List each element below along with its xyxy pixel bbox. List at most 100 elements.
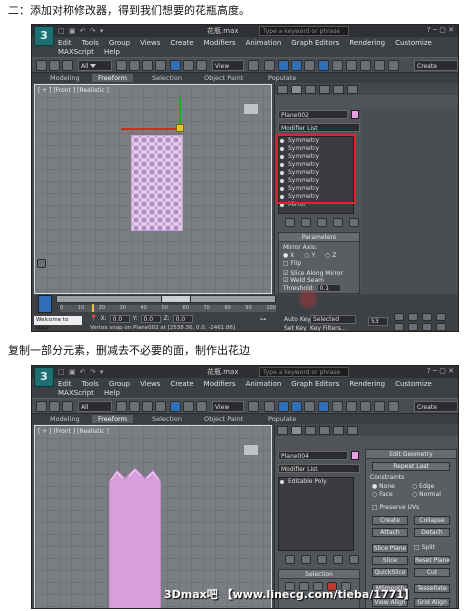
tab-freeform[interactable]: Freeform <box>92 74 133 82</box>
mirror-icon[interactable] <box>346 60 357 71</box>
rotate-icon[interactable] <box>183 60 194 71</box>
axis-y-radio[interactable]: ○ Y <box>304 252 315 259</box>
tab-modeling[interactable]: Modeling <box>50 74 80 82</box>
object-color-swatch[interactable] <box>351 451 359 460</box>
bind-spacewarp-icon[interactable] <box>62 401 73 412</box>
tab-selection[interactable]: Selection <box>152 74 182 82</box>
menu-modifiers[interactable]: Modifiers <box>204 380 236 388</box>
menu-customize[interactable]: Customize <box>395 39 432 47</box>
menu-tools[interactable]: Tools <box>82 39 99 47</box>
menu-group[interactable]: Group <box>109 380 130 388</box>
hierarchy-tab-icon[interactable] <box>305 426 316 435</box>
tab-object-paint[interactable]: Object Paint <box>204 415 243 423</box>
menu-views[interactable]: Views <box>140 39 160 47</box>
frame-field[interactable]: 53 <box>368 317 388 326</box>
move-icon[interactable] <box>170 60 181 71</box>
menu-group[interactable]: Group <box>109 39 130 47</box>
show-end-result-icon[interactable] <box>301 218 311 227</box>
pin-icon[interactable]: 📍 <box>90 315 97 323</box>
unlink-icon[interactable] <box>49 60 60 71</box>
menu-edit[interactable]: Edit <box>58 39 72 47</box>
search-input[interactable]: Type a keyword or phrase <box>259 367 349 377</box>
constraint-none-radio[interactable]: ● None <box>372 483 412 490</box>
menu-rendering[interactable]: Rendering <box>349 39 385 47</box>
pan-icon[interactable] <box>408 323 418 331</box>
gizmo-x-axis[interactable] <box>121 128 181 130</box>
viewcube-icon[interactable] <box>243 444 259 456</box>
zoom-all-icon[interactable] <box>408 313 418 321</box>
time-slider-thumb[interactable]: 53 / 100 <box>161 295 191 303</box>
vase-plane-edited[interactable] <box>109 464 161 609</box>
percent-snap-icon[interactable] <box>304 60 315 71</box>
search-input[interactable]: Type a keyword or phrase <box>259 26 349 36</box>
gizmo-center[interactable] <box>176 124 184 132</box>
pivot-icon[interactable] <box>248 401 259 412</box>
tessellate-button[interactable]: Tessellate <box>414 584 450 593</box>
setkey-button[interactable]: Set Key <box>284 325 307 331</box>
attach-button[interactable]: Attach <box>372 528 408 537</box>
snap-toggle-icon[interactable] <box>278 401 289 412</box>
key-icon[interactable]: ⊶ <box>260 316 266 323</box>
menu-modifiers[interactable]: Modifiers <box>204 39 236 47</box>
constraint-edge-radio[interactable]: ○ Edge <box>412 483 452 490</box>
reset-plane-button[interactable]: Reset Plane <box>414 556 450 565</box>
display-tab-icon[interactable] <box>333 85 344 94</box>
layer-icon[interactable] <box>374 60 385 71</box>
app-logo-icon[interactable]: 3 <box>34 26 54 46</box>
select-manipulate-icon[interactable] <box>264 401 275 412</box>
remove-modifier-icon[interactable] <box>333 218 343 227</box>
maximize-icon[interactable] <box>436 323 446 331</box>
menu-create[interactable]: Create <box>170 39 193 47</box>
window-crossing-icon[interactable] <box>155 60 166 71</box>
autokey-button[interactable]: Auto Key <box>284 316 311 323</box>
unlink-icon[interactable] <box>49 401 60 412</box>
welcome-label[interactable]: Welcome to MAX! <box>34 316 82 331</box>
menu-maxscript[interactable]: MAXScript <box>58 48 94 56</box>
pin-stack-icon[interactable] <box>285 555 295 564</box>
menu-rendering[interactable]: Rendering <box>349 380 385 388</box>
named-selection-set-field[interactable]: Create Selection S <box>414 401 458 422</box>
tab-object-paint[interactable]: Object Paint <box>204 74 243 82</box>
slice-button[interactable]: Slice <box>372 556 408 565</box>
create-tab-icon[interactable] <box>277 85 288 94</box>
object-name-field[interactable]: Plane004 <box>278 451 348 460</box>
mirror-icon[interactable] <box>346 401 357 412</box>
menu-views[interactable]: Views <box>140 380 160 388</box>
slice-checkbox[interactable]: ☑ Slice Along Mirror <box>283 270 355 277</box>
rotate-icon[interactable] <box>183 401 194 412</box>
x-coord-field[interactable]: 0.0 <box>109 315 130 323</box>
remove-modifier-icon[interactable] <box>333 555 343 564</box>
selected-dropdown[interactable]: Selected <box>310 315 356 324</box>
select-object-icon[interactable] <box>116 60 127 71</box>
object-color-swatch[interactable] <box>351 110 359 119</box>
menu-help[interactable]: Help <box>104 389 120 397</box>
time-slider[interactable]: 53 / 100 <box>56 295 276 303</box>
menu-create[interactable]: Create <box>170 380 193 388</box>
modifier-list-dropdown[interactable]: Modifier List <box>278 123 360 132</box>
zoom-icon[interactable] <box>394 313 404 321</box>
menu-tools[interactable]: Tools <box>82 380 99 388</box>
constraint-face-radio[interactable]: ○ Face <box>372 491 412 498</box>
constraint-normal-radio[interactable]: ○ Normal <box>412 491 452 498</box>
slice-plane-button[interactable]: Slice Plane <box>372 544 408 553</box>
viewport-front[interactable]: [ + ] [Front ] [Realistic ] <box>34 425 272 609</box>
menu-animation[interactable]: Animation <box>246 39 282 47</box>
edit-named-sel-icon[interactable] <box>332 60 343 71</box>
pin-stack-icon[interactable] <box>285 218 295 227</box>
edit-geometry-title[interactable]: Edit Geometry <box>366 450 456 459</box>
make-unique-icon[interactable] <box>317 555 327 564</box>
zoom-extents-icon[interactable] <box>422 313 432 321</box>
app-logo-icon[interactable]: 3 <box>34 367 54 387</box>
window-controls[interactable]: ? ─ ▢ ✕ <box>427 367 454 375</box>
render-icon[interactable] <box>388 60 399 71</box>
motion-tab-icon[interactable] <box>319 85 330 94</box>
quickslice-button[interactable]: QuickSlice <box>372 568 408 577</box>
cut-button[interactable]: Cut <box>414 568 450 577</box>
align-icon[interactable] <box>360 401 371 412</box>
menu-edit[interactable]: Edit <box>58 380 72 388</box>
viewport-nav-icon[interactable] <box>37 259 46 268</box>
z-coord-field[interactable]: 0.0 <box>172 315 193 323</box>
spinner-snap-icon[interactable] <box>318 401 329 412</box>
preserve-uvs-checkbox[interactable]: □ Preserve UVs <box>372 504 419 511</box>
menu-customize[interactable]: Customize <box>395 380 432 388</box>
